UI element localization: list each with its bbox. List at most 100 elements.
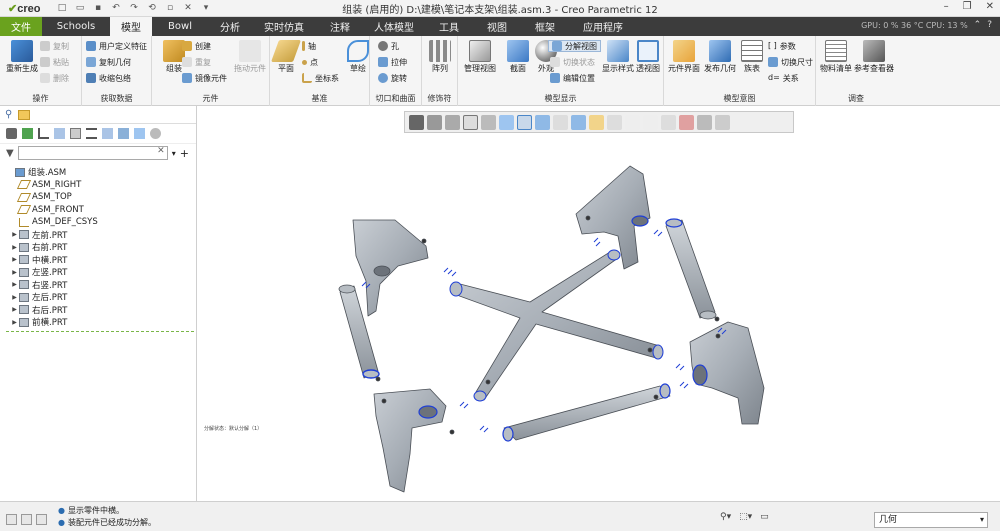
part-middle-cross[interactable] (449, 249, 664, 402)
tab-frame[interactable]: 框架 (520, 17, 570, 36)
expand-arrow-icon[interactable]: ▶ (10, 244, 19, 251)
expand-arrow-icon[interactable]: ▶ (10, 294, 19, 301)
tab-tools[interactable]: 工具 (424, 17, 474, 36)
find-icon[interactable]: ⚲▾ (720, 512, 731, 522)
regenerate-button[interactable]: 重新生成 (0, 40, 44, 74)
list-icon[interactable] (86, 128, 97, 139)
expand-arrow-icon[interactable]: ▶ (10, 231, 19, 238)
udf-button[interactable]: 用户定义特征 (86, 40, 147, 52)
tree-item[interactable]: ▶ 右后.PRT (0, 304, 196, 317)
selected-items-icon[interactable]: ▭ (760, 512, 769, 522)
expand-arrow-icon[interactable]: ▶ (10, 319, 19, 326)
part-right-rear[interactable] (689, 321, 765, 425)
reference-viewer-button[interactable]: 参考查看器 (852, 40, 896, 74)
edit-position-button[interactable]: 编辑位置 (550, 72, 595, 84)
hole-button[interactable]: 孔 (378, 40, 399, 52)
tab-analysis[interactable]: 分析 (208, 17, 252, 36)
new-icon[interactable]: □ (56, 3, 68, 13)
settings-icon[interactable] (150, 128, 161, 139)
stack-icon[interactable] (118, 128, 129, 139)
switch-dims-button[interactable]: 切换尺寸 (768, 56, 813, 68)
tree-item[interactable]: ▶ 右前.PRT (0, 241, 196, 254)
tree-item[interactable]: ▶ 右竖.PRT (0, 279, 196, 292)
tab-schools[interactable]: Schools (42, 17, 110, 36)
show-icon[interactable] (6, 128, 17, 139)
tree-item[interactable]: 组装.ASM (0, 166, 196, 179)
tree-search-input[interactable]: ✕ (17, 146, 168, 160)
expand-arrow-icon[interactable]: ▶ (10, 256, 19, 263)
help-icon[interactable]: ? (987, 20, 992, 30)
tab-view[interactable]: 视图 (474, 17, 520, 36)
shrinkwrap-button[interactable]: 收缩包络 (86, 72, 131, 84)
close-icon[interactable]: ✕ (986, 1, 994, 12)
revolve-button[interactable]: 旋转 (378, 72, 407, 84)
relations-button[interactable]: d= 关系 (768, 72, 799, 84)
expand-arrow-icon[interactable]: ▶ (10, 269, 19, 276)
part-right-vertical[interactable] (665, 218, 720, 322)
pattern-button[interactable]: 阵列 (418, 40, 462, 74)
exploded-assembly-view[interactable] (198, 106, 1000, 501)
mirror-component-button[interactable]: 镜像元件 (182, 72, 227, 84)
tree-item[interactable]: ▶ 左前.PRT (0, 229, 196, 242)
tree-item[interactable]: ▶ 中横.PRT (0, 254, 196, 267)
filter-icon[interactable]: ▼ (6, 148, 14, 159)
folder-browser-tab-icon[interactable] (18, 109, 31, 120)
create-button[interactable]: 创建 (182, 40, 211, 52)
save-icon[interactable]: ▪ (92, 3, 104, 13)
windows-icon[interactable]: ▫ (164, 3, 176, 13)
point-button[interactable]: 点 (302, 56, 318, 68)
parameters-button[interactable]: [ ] 参数 (768, 40, 796, 52)
copy-geometry-button[interactable]: 复制几何 (86, 56, 131, 68)
tree-item[interactable]: ▶ 前横.PRT (0, 316, 196, 329)
part-left-rear[interactable] (373, 388, 455, 493)
layers-icon[interactable] (102, 128, 113, 139)
repeat-button[interactable]: 重复 (182, 56, 211, 68)
restore-icon[interactable]: ❐ (963, 1, 972, 12)
explode-view-button[interactable]: 分解视图 (548, 40, 601, 52)
tab-bowl[interactable]: Bowl (152, 17, 208, 36)
part-left-front[interactable] (352, 219, 429, 317)
hide-ribbon-icon[interactable]: ⌃ (974, 20, 982, 30)
delete-button[interactable]: 删除 (40, 72, 69, 84)
tree-item[interactable]: ASM_DEF_CSYS (0, 216, 196, 229)
part-icon[interactable] (22, 128, 33, 139)
navigator-toggle-icon[interactable] (6, 514, 17, 525)
add-filter-icon[interactable]: + (180, 147, 189, 160)
part-front-cross[interactable] (502, 383, 671, 442)
selection-box-icon[interactable]: ⬚▾ (739, 512, 752, 522)
axis-button[interactable]: 轴 (302, 40, 316, 52)
tab-realtime-sim[interactable]: 实时仿真 (252, 17, 316, 36)
paste-button[interactable]: 粘贴 (40, 56, 69, 68)
expand-arrow-icon[interactable]: ▶ (10, 281, 19, 288)
fullscreen-icon[interactable] (36, 514, 47, 525)
open-icon[interactable]: ▭ (74, 3, 86, 13)
undo-icon[interactable]: ↶ (110, 3, 122, 13)
tab-applications[interactable]: 应用程序 (570, 17, 636, 36)
close-window-icon[interactable]: ✕ (182, 3, 194, 13)
tab-human-model[interactable]: 人体模型 (364, 17, 424, 36)
csys-button[interactable]: 坐标系 (302, 72, 339, 84)
redo-icon[interactable]: ↷ (128, 3, 140, 13)
tab-file[interactable]: 文件 (0, 17, 42, 36)
expand-icon[interactable] (134, 128, 145, 139)
selection-filter-select[interactable]: 几何 ▾ (874, 512, 988, 528)
columns-icon[interactable] (70, 128, 81, 139)
graphics-window[interactable]: 分解状态：默认分解（1） (198, 106, 1000, 501)
tree-item[interactable]: ▶ 左后.PRT (0, 291, 196, 304)
copy-button[interactable]: 复制 (40, 40, 69, 52)
tree-item[interactable]: ASM_RIGHT (0, 179, 196, 192)
browser-toggle-icon[interactable] (21, 514, 32, 525)
tab-model[interactable]: 模型 (110, 17, 152, 36)
tree-item[interactable]: ASM_FRONT (0, 204, 196, 217)
tree-item[interactable]: ▶ 左竖.PRT (0, 266, 196, 279)
model-tree-tab-icon[interactable]: ⚲ (5, 109, 12, 120)
search-dropdown-icon[interactable]: ▾ (172, 149, 176, 158)
clear-search-icon[interactable]: ✕ (157, 146, 165, 156)
toggle-status-button[interactable]: 切换状态 (550, 56, 595, 68)
customize-icon[interactable]: ▾ (200, 3, 212, 13)
tree-item[interactable]: ASM_TOP (0, 191, 196, 204)
tree-filter-icon[interactable] (54, 128, 65, 139)
tree-structure-icon[interactable] (38, 128, 49, 139)
expand-arrow-icon[interactable]: ▶ (10, 306, 19, 313)
minimize-icon[interactable]: – (944, 1, 949, 12)
